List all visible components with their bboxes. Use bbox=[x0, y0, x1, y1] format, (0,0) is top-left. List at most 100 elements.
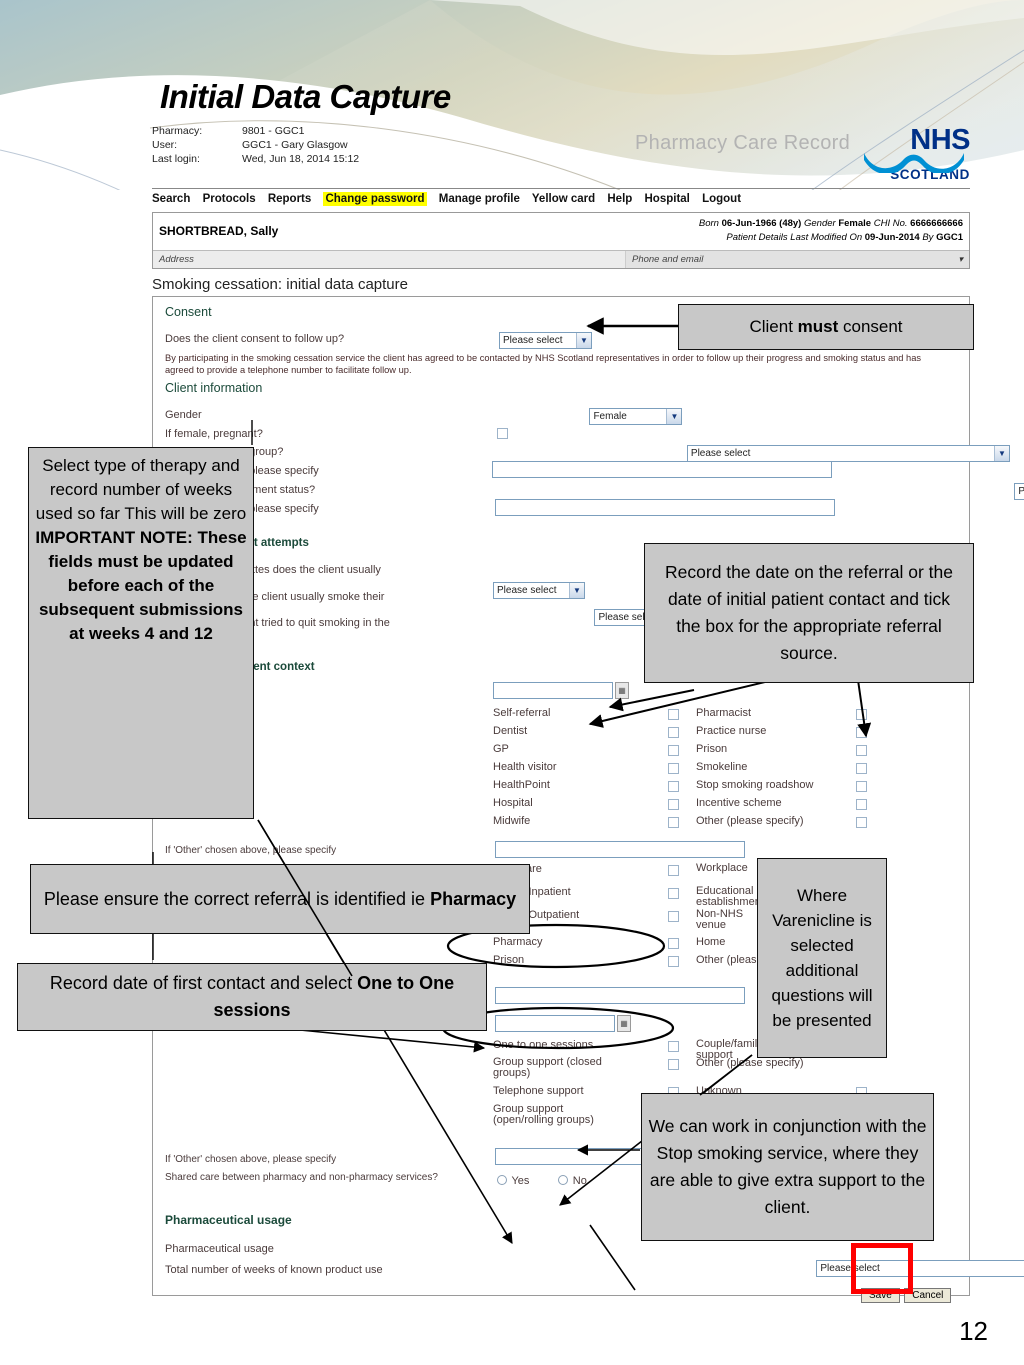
referral-item-smokeline[interactable]: Smokeline bbox=[696, 761, 856, 779]
nav-item-change-password[interactable]: Change password bbox=[323, 192, 427, 206]
referral-checkbox-smokeline[interactable] bbox=[856, 763, 867, 774]
referral-item-gp[interactable]: GP bbox=[493, 743, 668, 761]
ethnic-other-input[interactable] bbox=[492, 461, 832, 478]
support-item-one-to-one[interactable]: One to one sessions bbox=[493, 1039, 668, 1057]
born-value: 06-Jun-1966 bbox=[721, 218, 777, 229]
nav-item-help[interactable]: Help bbox=[607, 193, 632, 205]
referral-item-other[interactable]: Other (please specify) bbox=[696, 815, 856, 833]
shared-care-label: Shared care between pharmacy and non-pha… bbox=[165, 1172, 438, 1183]
nhs-wave-icon bbox=[864, 153, 964, 173]
gender-label: Gender bbox=[804, 218, 836, 229]
gender-select[interactable]: Female ▼ bbox=[589, 408, 683, 425]
referral-item-self[interactable]: Self-referral bbox=[493, 707, 668, 725]
consent-select[interactable]: Please select ▼ bbox=[499, 332, 592, 349]
referral-item-health-visitor[interactable]: Health visitor bbox=[493, 761, 668, 779]
consent-heading: Consent bbox=[165, 305, 212, 319]
ethnic-group-value: Please select bbox=[690, 448, 751, 459]
referral-checkbox-dentist[interactable] bbox=[668, 727, 679, 738]
referral-checkbox-col-1 bbox=[668, 707, 686, 833]
nhs-scotland-logo: NHS SCOTLAND bbox=[858, 126, 971, 182]
cigarettes-value: Please select bbox=[497, 585, 557, 596]
setting-checkbox-prison[interactable] bbox=[668, 956, 679, 967]
chevron-down-icon[interactable]: ▼ bbox=[993, 446, 1009, 461]
callout-correct-ref-part-1: Please ensure the correct referral is id… bbox=[43, 888, 431, 909]
referral-item-midwife[interactable]: Midwife bbox=[493, 815, 668, 833]
calendar-icon[interactable]: ▦ bbox=[617, 1015, 631, 1032]
nav-item-reports[interactable]: Reports bbox=[268, 193, 311, 205]
shared-care-yes-radio[interactable] bbox=[497, 1175, 507, 1185]
referral-checkbox-practice-nurse[interactable] bbox=[856, 727, 867, 738]
referral-item-hospital[interactable]: Hospital bbox=[493, 797, 668, 815]
setting-checkbox-hospital-outpatient[interactable] bbox=[668, 911, 679, 922]
callout-client-must-consent: Client must consent bbox=[678, 304, 974, 350]
address-field[interactable]: Address bbox=[153, 251, 625, 268]
nav-item-yellow-card[interactable]: Yellow card bbox=[532, 193, 595, 205]
nav-item-search[interactable]: Search bbox=[152, 193, 190, 205]
callout-stopsmoking-text: We can work in conjunction with the Stop… bbox=[648, 1116, 927, 1217]
referral-item-incentive[interactable]: Incentive scheme bbox=[696, 797, 856, 815]
setting-checkbox-primary-care[interactable] bbox=[668, 865, 679, 876]
referral-checkbox-prison[interactable] bbox=[856, 745, 867, 756]
referral-item-practice-nurse[interactable]: Practice nurse bbox=[696, 725, 856, 743]
weeks-of-use-label: Total number of weeks of known product u… bbox=[165, 1264, 383, 1276]
pregnant-checkbox[interactable] bbox=[497, 428, 508, 439]
referral-item-dentist[interactable]: Dentist bbox=[493, 725, 668, 743]
referral-item-pharmacist[interactable]: Pharmacist bbox=[696, 707, 856, 725]
referral-checkbox-gp[interactable] bbox=[668, 745, 679, 756]
lastlogin-label: Last login: bbox=[152, 153, 200, 165]
referral-checkbox-roadshow[interactable] bbox=[856, 781, 867, 792]
referral-checkbox-healthpoint[interactable] bbox=[668, 781, 679, 792]
referral-checkbox-health-visitor[interactable] bbox=[668, 763, 679, 774]
setting-checkbox-hospital-inpatient[interactable] bbox=[668, 888, 679, 899]
callout-consent-part-1: Client bbox=[749, 317, 798, 336]
pharmaceutical-usage-select[interactable]: Please select ▼ bbox=[816, 1260, 1024, 1277]
support-other-specify-label: If 'Other' chosen above, please specify bbox=[165, 1154, 337, 1165]
nav-item-hospital[interactable]: Hospital bbox=[645, 193, 690, 205]
referral-checkbox-midwife[interactable] bbox=[668, 817, 679, 828]
referral-item-prison[interactable]: Prison bbox=[696, 743, 856, 761]
chevron-down-icon[interactable]: ▼ bbox=[666, 409, 682, 424]
consent-question-label: Does the client consent to follow up? bbox=[165, 333, 345, 345]
callout-therapy-part-1: Select type of therapy and record number… bbox=[35, 456, 247, 523]
referral-item-roadshow[interactable]: Stop smoking roadshow bbox=[696, 779, 856, 797]
setting-checkbox-pharmacy[interactable] bbox=[668, 938, 679, 949]
pharmaceutical-usage-label: Pharmaceutical usage bbox=[165, 1243, 274, 1255]
referral-checkbox-other[interactable] bbox=[856, 817, 867, 828]
first-contact-date-input[interactable] bbox=[495, 1015, 615, 1032]
employment-other-input[interactable] bbox=[495, 499, 835, 516]
calendar-icon[interactable]: ▦ bbox=[615, 682, 629, 699]
referral-date-input[interactable] bbox=[493, 682, 613, 699]
phone-email-field[interactable]: Phone and email ▾ bbox=[625, 251, 969, 268]
chevron-down-icon[interactable]: ▼ bbox=[569, 583, 584, 598]
employment-select[interactable]: Please select ▼ bbox=[1014, 483, 1024, 500]
referral-other-specify-input[interactable] bbox=[495, 841, 745, 858]
referral-checkbox-hospital[interactable] bbox=[668, 799, 679, 810]
ethnic-group-select[interactable]: Please select ▼ bbox=[686, 445, 1010, 462]
nav-item-logout[interactable]: Logout bbox=[702, 193, 741, 205]
chevron-down-icon[interactable]: ▼ bbox=[576, 333, 591, 348]
setting-item-prison[interactable]: Prison bbox=[493, 954, 668, 972]
user-value: GGC1 - Gary Glasgow bbox=[242, 139, 348, 151]
support-item-other[interactable]: Other (please specify) bbox=[696, 1057, 856, 1085]
support-item-group-open[interactable]: Group support (open/rolling groups) bbox=[493, 1104, 623, 1128]
pharmaceutical-heading: Pharmaceutical usage bbox=[165, 1213, 292, 1227]
referral-checkbox-col-2 bbox=[856, 707, 874, 833]
referral-item-healthpoint[interactable]: HealthPoint bbox=[493, 779, 668, 797]
lastlogin-value: Wed, Jun 18, 2014 15:12 bbox=[242, 153, 360, 165]
support-checkbox-one-to-one[interactable] bbox=[668, 1041, 679, 1052]
cigarettes-select[interactable]: Please select ▼ bbox=[493, 582, 585, 599]
setting-other-specify-input[interactable] bbox=[495, 987, 745, 1004]
nav-item-manage-profile[interactable]: Manage profile bbox=[439, 193, 520, 205]
referral-checkbox-self[interactable] bbox=[668, 709, 679, 720]
referral-checkbox-pharmacist[interactable] bbox=[856, 709, 867, 720]
referral-checkbox-incentive[interactable] bbox=[856, 799, 867, 810]
support-checkbox-group-closed[interactable] bbox=[668, 1059, 679, 1070]
callout-varenicline-text: Where Varenicline is selected additional… bbox=[771, 886, 873, 1030]
support-item-group-closed[interactable]: Group support (closed groups) bbox=[493, 1057, 623, 1085]
nav-item-protocols[interactable]: Protocols bbox=[203, 193, 256, 205]
setting-item-pharmacy[interactable]: Pharmacy bbox=[493, 936, 668, 954]
session-meta: Pharmacy: 9801 - GGC1 User: GGC1 - Gary … bbox=[152, 124, 359, 166]
shared-care-no-radio[interactable] bbox=[558, 1175, 569, 1185]
setting-checkbox-col-1 bbox=[668, 863, 686, 972]
chevron-down-icon[interactable]: ▾ bbox=[958, 254, 963, 265]
